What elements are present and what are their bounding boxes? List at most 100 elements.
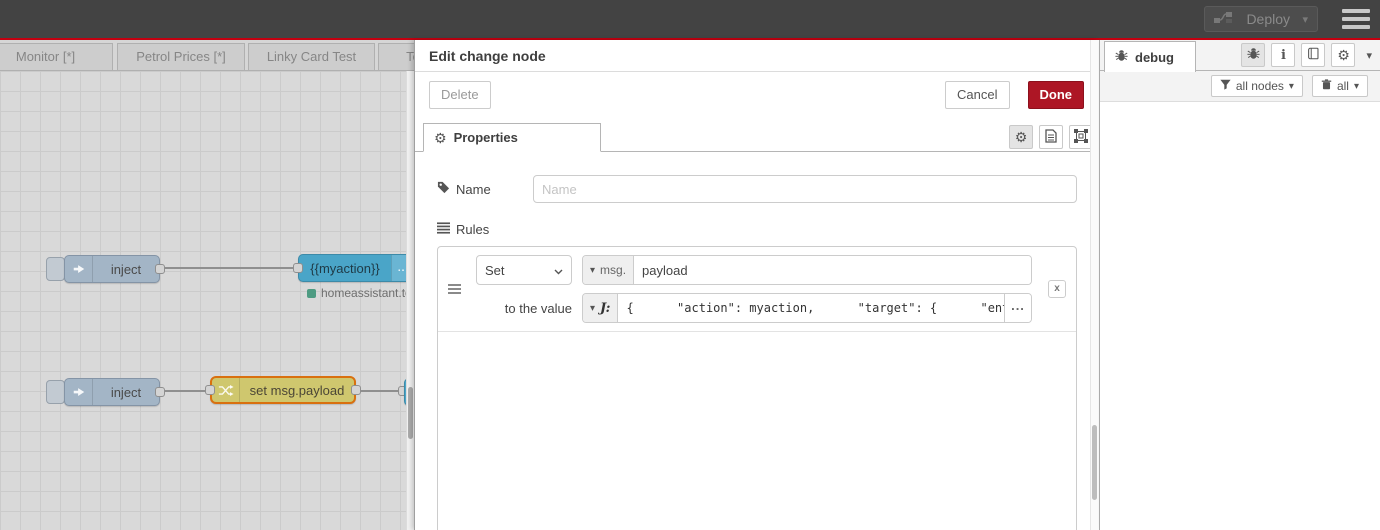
caret-down-icon: ▾ (1288, 80, 1294, 92)
info-tab-button[interactable]: i (1271, 43, 1296, 67)
inject-trigger-button[interactable] (46, 380, 65, 404)
sidebar-header: debug i ⚙ ▾ (1100, 40, 1380, 72)
debug-clear-button[interactable]: all ▾ (1311, 75, 1368, 97)
rule-value-typedinput: ▾ J: { "action": myaction, "target": { "… (582, 293, 1032, 323)
input-port[interactable] (205, 385, 215, 395)
config-tab-button[interactable]: ⚙ (1331, 43, 1356, 67)
canvas-scrollbar[interactable] (406, 71, 414, 530)
name-input[interactable] (533, 175, 1077, 203)
gear-icon: ⚙ (434, 129, 447, 146)
drag-handle-icon[interactable] (447, 282, 461, 296)
rule-property-typedinput: ▾ msg. (582, 255, 1032, 285)
main-menu-icon[interactable] (1342, 9, 1370, 29)
dialog-toolbar: Delete Cancel Done (415, 72, 1098, 119)
debug-filter-label: all nodes (1235, 79, 1284, 93)
name-row: Name (437, 175, 1077, 203)
deploy-button[interactable]: Deploy ▾ (1204, 6, 1318, 32)
rules-label-group: Rules (437, 222, 1077, 237)
book-icon (1307, 47, 1320, 63)
app-header: Deploy ▾ (0, 0, 1380, 38)
caret-down-icon: ▾ (1353, 80, 1359, 92)
rule-action-value: Set (485, 262, 505, 278)
debug-filter-button[interactable]: all nodes ▾ (1210, 75, 1303, 97)
input-port[interactable] (293, 263, 303, 273)
node-label: set msg.payload (249, 382, 345, 398)
tab-petrol-prices[interactable]: Petrol Prices [*] (117, 43, 245, 70)
change-shuffle-icon (212, 378, 240, 402)
value-type-button[interactable]: ▾ J: (583, 294, 619, 322)
status-dot-icon (307, 288, 316, 298)
gear-icon: ⚙ (1014, 129, 1028, 145)
rule-property-input[interactable] (634, 256, 1031, 284)
debug-messages-area (1100, 103, 1380, 530)
remove-rule-button[interactable]: x (1048, 280, 1066, 298)
document-icon (1045, 128, 1057, 146)
tab-properties[interactable]: ⚙ Properties (423, 123, 601, 152)
tag-icon (437, 181, 450, 197)
jsonata-type-icon: J: (600, 300, 611, 316)
dialog-title: Edit change node (429, 48, 546, 64)
sidebar-menu-caret-icon[interactable]: ▾ (1366, 49, 1372, 62)
node-inject-1[interactable]: inject (64, 255, 165, 283)
inject-arrow-icon (65, 256, 93, 282)
dialog-scrollbar[interactable] (1090, 40, 1098, 530)
deploy-label: Deploy (1246, 11, 1291, 27)
debug-sidebar: debug i ⚙ ▾ all nodes ▾ all ▾ (1099, 40, 1380, 530)
output-port[interactable] (351, 385, 361, 395)
output-port[interactable] (155, 387, 165, 397)
property-type-label: msg. (600, 263, 627, 277)
tab-linky-card-test[interactable]: Linky Card Test (248, 43, 375, 70)
node-inject-2[interactable]: inject (64, 378, 165, 406)
wire[interactable] (160, 267, 302, 269)
properties-tab-label: Properties (453, 130, 518, 145)
output-port[interactable] (155, 264, 165, 274)
tab-test[interactable]: Test (378, 43, 414, 70)
to-the-value-label: to the value (504, 300, 572, 316)
node-label: inject (110, 384, 142, 400)
bug-icon (1115, 49, 1128, 65)
expand-expression-button[interactable]: ... (1004, 294, 1031, 322)
node-settings-button[interactable]: ⚙ (1009, 125, 1033, 149)
flow-canvas[interactable]: inject {{myaction}} ... homeassistant.to… (0, 71, 414, 530)
node-description-button[interactable] (1039, 125, 1063, 149)
tab-debug[interactable]: debug (1104, 41, 1196, 72)
dialog-form: Name Rules Set (415, 152, 1098, 530)
property-type-button[interactable]: ▾ msg. (583, 256, 635, 284)
node-label: {{myaction}} (310, 260, 380, 276)
rules-list: Set ▾ msg. x (437, 246, 1077, 530)
deploy-caret-icon[interactable]: ▾ (1302, 13, 1308, 26)
delete-button[interactable]: Delete (429, 81, 491, 109)
help-tab-button[interactable] (1301, 43, 1326, 67)
edit-change-node-dialog: Edit change node Delete Cancel Done ⚙ Pr… (414, 40, 1098, 530)
canvas-scrollbar-thumb[interactable] (408, 387, 413, 439)
dialog-scrollbar-thumb[interactable] (1092, 425, 1097, 500)
sidebar-toolbar: i ⚙ ▾ (1241, 43, 1372, 67)
debug-tab-button[interactable] (1241, 43, 1266, 67)
dialog-tabs: ⚙ Properties ⚙ (415, 123, 1098, 152)
wire[interactable] (354, 390, 402, 392)
cancel-button[interactable]: Cancel (945, 81, 1010, 109)
node-red-app: Deploy ▾ Monitor [*] Petrol Prices [*] L… (0, 0, 1380, 530)
chevron-down-icon (554, 263, 563, 278)
caret-down-icon: ▾ (590, 264, 596, 276)
name-label-group: Name (437, 181, 533, 197)
tab-monitor[interactable]: Monitor [*] (0, 43, 113, 70)
rule-action-select[interactable]: Set (476, 255, 572, 285)
done-button[interactable]: Done (1027, 81, 1084, 109)
node-status: homeassistant.togg (307, 286, 414, 300)
bug-icon (1247, 47, 1260, 63)
selection-box-icon (1074, 128, 1088, 146)
node-myaction[interactable]: {{myaction}} ... (293, 254, 414, 282)
flow-tabbar: Monitor [*] Petrol Prices [*] Linky Card… (0, 40, 414, 71)
debug-clear-label: all (1336, 79, 1349, 93)
caret-down-icon: ▾ (590, 302, 596, 314)
rule-row: Set ▾ msg. x (438, 247, 1076, 332)
flow-canvas-pane: Monitor [*] Petrol Prices [*] Linky Card… (0, 40, 414, 530)
inject-trigger-button[interactable] (46, 257, 65, 281)
list-icon (437, 222, 450, 237)
node-set-msg-payload-selected[interactable]: set msg.payload (205, 376, 361, 404)
rule-value-expression[interactable]: { "action": myaction, "target": { "entit… (618, 294, 1004, 322)
gear-icon: ⚙ (1337, 47, 1350, 63)
funnel-icon (1220, 79, 1231, 93)
debug-filterbar: all nodes ▾ all ▾ (1100, 71, 1380, 102)
